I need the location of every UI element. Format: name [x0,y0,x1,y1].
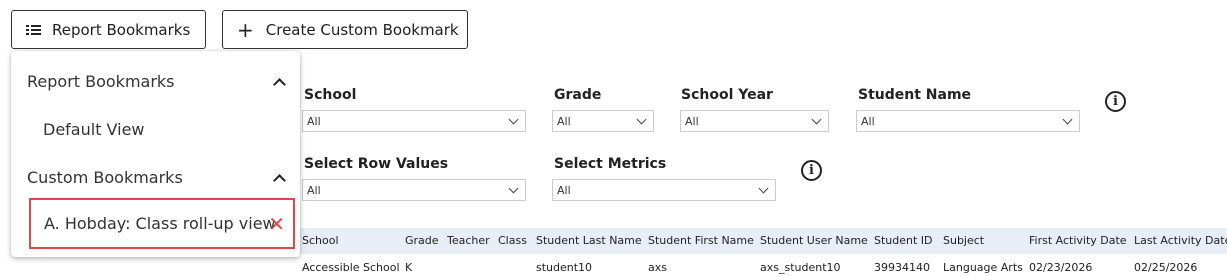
column-header-last-activity-date[interactable]: Last Activity Date [1134,234,1227,247]
metrics-filter-label: Select Metrics [554,156,667,172]
metrics-select-value: All [557,183,571,197]
chevron-down-icon [811,114,822,125]
list-icon [26,22,42,38]
table-cell-student-first-name: axs [648,261,667,274]
create-custom-bookmark-label: Create Custom Bookmark [265,20,459,39]
column-header-student-first-name[interactable]: Student First Name [648,234,754,247]
table-cell-school: Accessible School [302,261,400,274]
report-bookmarks-section-header[interactable]: Report Bookmarks [27,72,285,91]
student-name-select-value: All [861,114,875,128]
close-icon[interactable]: ✕ [268,214,285,234]
row-values-filter-label: Select Row Values [304,156,449,172]
metrics-select[interactable]: All [552,179,776,201]
chevron-down-icon [508,183,519,194]
chevron-down-icon [758,183,769,194]
info-icon[interactable]: i [1105,91,1126,112]
create-custom-bookmark-button[interactable]: + Create Custom Bookmark [222,10,468,49]
grade-select-value: All [557,114,571,128]
table-cell-first-activity-date: 02/23/2026 [1029,261,1093,274]
column-header-school[interactable]: School [302,234,339,247]
info-icon[interactable]: i [801,160,822,181]
table-cell-subject: Language Arts [943,261,1023,274]
table-cell-student-last-name: student10 [536,261,593,274]
chevron-down-icon [636,114,647,125]
row-values-select-value: All [307,183,321,197]
chevron-up-icon[interactable] [273,76,285,88]
student-name-select[interactable]: All [856,110,1080,132]
column-header-grade[interactable]: Grade [405,234,439,247]
custom-bookmark-label: A. Hobday: Class roll-up view [44,214,276,233]
school-filter-label: School [304,87,357,103]
column-header-class[interactable]: Class [498,234,527,247]
row-values-select[interactable]: All [302,179,526,201]
chevron-up-icon[interactable] [273,172,285,184]
school-year-select-value: All [685,114,699,128]
column-header-student-id[interactable]: Student ID [874,234,933,247]
grade-filter-label: Grade [554,87,602,103]
table-cell-grade: K [405,261,413,274]
custom-bookmarks-section-label: Custom Bookmarks [27,168,183,187]
table-cell-student-user-name: axs_student10 [760,261,841,274]
chevron-down-icon [508,114,519,125]
menu-item-custom-bookmark[interactable]: A. Hobday: Class roll-up view ✕ [29,198,295,249]
grade-select[interactable]: All [552,110,654,132]
bookmarks-menu: Report Bookmarks Default View Custom Boo… [11,51,300,257]
column-header-student-last-name[interactable]: Student Last Name [536,234,642,247]
school-select[interactable]: All [302,110,526,132]
school-year-filter-label: School Year [681,87,773,103]
plus-icon: + [237,17,254,42]
column-header-first-activity-date[interactable]: First Activity Date [1029,234,1127,247]
school-select-value: All [307,114,321,128]
student-name-filter-label: Student Name [858,87,972,103]
report-bookmarks-label: Report Bookmarks [52,20,191,39]
school-year-select[interactable]: All [680,110,829,132]
column-header-student-user-name[interactable]: Student User Name [760,234,868,247]
column-header-teacher[interactable]: Teacher [447,234,490,247]
custom-bookmarks-section-header[interactable]: Custom Bookmarks [27,168,285,187]
table-cell-last-activity-date: 02/25/2026 [1134,261,1198,274]
table-cell-student-id: 39934140 [874,261,930,274]
chevron-down-icon [1062,114,1073,125]
report-bookmarks-section-label: Report Bookmarks [27,72,175,91]
column-header-subject[interactable]: Subject [943,234,984,247]
menu-item-default-view[interactable]: Default View [43,120,145,139]
report-bookmarks-button[interactable]: Report Bookmarks [11,10,206,49]
